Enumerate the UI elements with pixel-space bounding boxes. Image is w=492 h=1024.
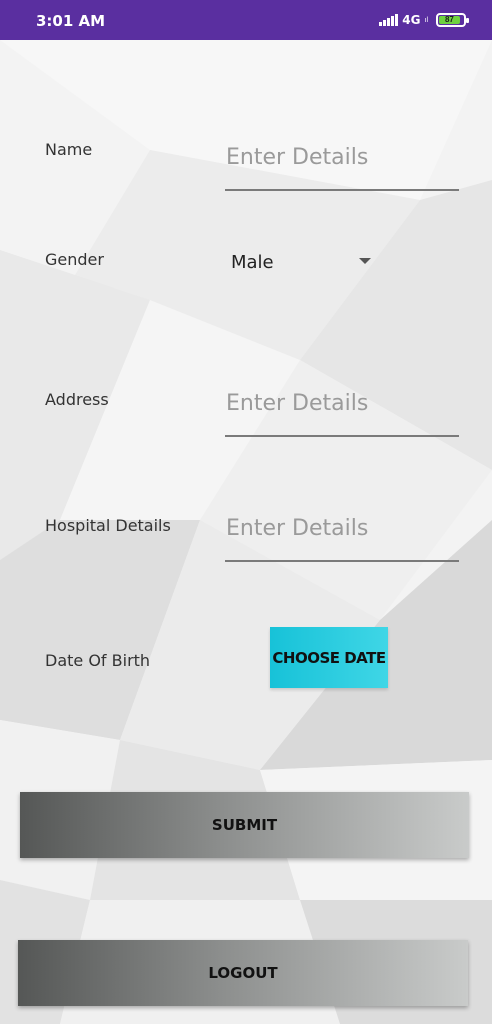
gender-dropdown[interactable]: Male [231,248,381,276]
date-of-birth-label: Date Of Birth [45,651,151,670]
gender-label: Gender [45,250,104,269]
submit-button[interactable]: SUBMIT [20,792,469,858]
gender-value: Male [231,251,274,273]
name-input[interactable] [225,137,459,191]
logout-button[interactable]: LOGOUT [18,940,468,1006]
choose-date-button[interactable]: CHOOSE DATE [270,627,388,688]
address-label: Address [45,390,109,409]
battery-level: 87 [439,16,460,24]
network-type: 4G [402,13,421,27]
address-input[interactable] [225,383,459,437]
signal-bars-icon [379,14,399,26]
hospital-details-input[interactable] [225,508,459,562]
status-time: 3:01 AM [36,12,106,30]
network-sub: ıl [424,16,429,24]
status-icons: 4G ıl 87 [379,12,469,28]
status-bar: 3:01 AM 4G ıl 87 [0,0,492,40]
dropdown-arrow-icon[interactable] [359,258,371,264]
battery-icon: 87 [436,13,469,27]
hospital-details-label: Hospital Details [45,516,171,535]
name-label: Name [45,140,93,159]
